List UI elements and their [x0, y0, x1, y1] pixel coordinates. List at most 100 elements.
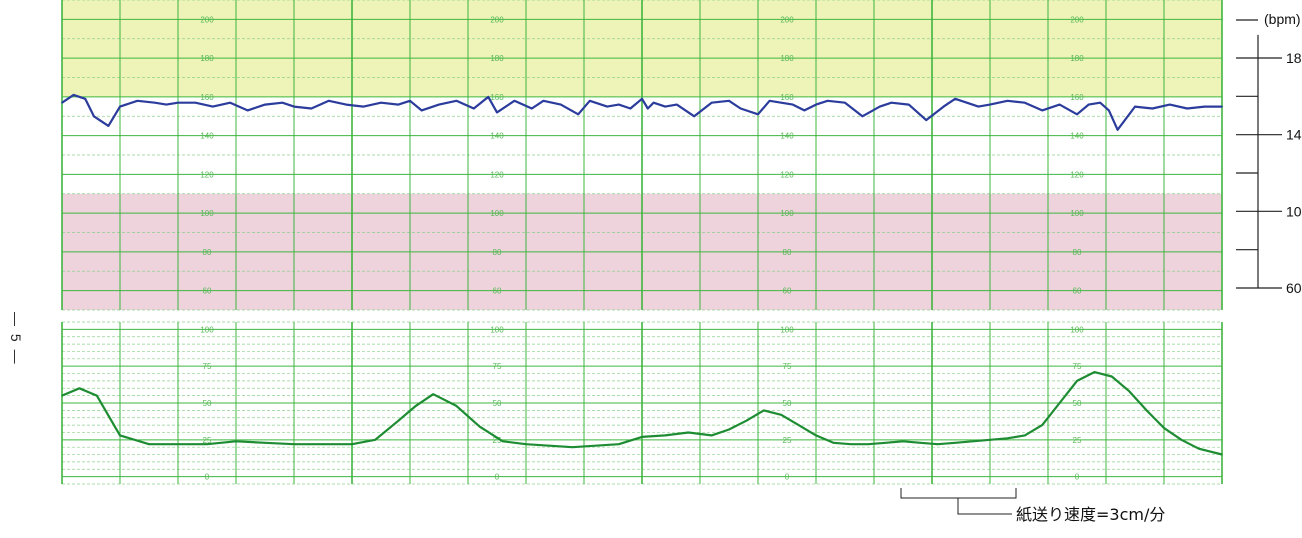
grid-label: 180	[780, 54, 794, 63]
trace-point	[397, 103, 400, 106]
trace-point	[606, 105, 608, 108]
trace-point	[954, 441, 956, 444]
grid-label: 160	[780, 93, 794, 102]
grid-label: 100	[780, 325, 794, 334]
trace-point	[93, 115, 95, 118]
trace-point	[264, 441, 266, 444]
trace-point	[1058, 103, 1061, 106]
grid-label: 50	[1073, 399, 1082, 408]
trace-point	[380, 101, 382, 104]
trace-point	[1024, 434, 1026, 437]
trace-point	[629, 107, 632, 110]
trace-point	[739, 107, 742, 110]
trace-point	[728, 428, 730, 431]
trace-point	[455, 405, 458, 407]
trace-point	[409, 99, 411, 102]
grid-label: 75	[203, 362, 212, 371]
trace-point	[531, 107, 533, 110]
trace-point	[154, 101, 156, 104]
y-unit-label: (bpm)	[1264, 11, 1301, 27]
trace-point	[664, 434, 666, 437]
trace-point	[496, 111, 498, 114]
trace-point	[1203, 105, 1206, 108]
trace-point	[345, 103, 348, 106]
trace-point	[908, 103, 910, 106]
uc-panel: 1007550250100755025010075502501007550250	[61, 321, 1223, 485]
trace-point	[1006, 99, 1009, 102]
trace-point	[1186, 107, 1188, 110]
trace-point	[803, 109, 806, 112]
trace-point	[780, 101, 782, 104]
grid-label: 60	[493, 287, 502, 296]
trace-point	[328, 99, 330, 102]
trace-point	[502, 440, 504, 443]
trace-point	[687, 431, 690, 434]
trace-point	[72, 94, 75, 96]
trace-point	[577, 113, 579, 116]
trace-point	[177, 101, 179, 104]
grid-label: 140	[490, 132, 504, 141]
trace-point	[1024, 101, 1026, 104]
grid-label: 80	[783, 248, 792, 257]
grid-label: 180	[1070, 54, 1084, 63]
trace-point	[212, 105, 214, 108]
grid-label: 0	[205, 473, 210, 482]
trace-point	[264, 103, 266, 106]
grid-label: 75	[493, 362, 502, 371]
trace-point	[664, 105, 666, 108]
trace-point	[902, 440, 904, 443]
trace-point	[589, 99, 591, 102]
grid-label: 60	[203, 287, 212, 296]
trace-point	[826, 99, 829, 102]
paper-speed-label: 紙送り速度=3cm/分	[1016, 505, 1165, 524]
trace-point	[1087, 103, 1090, 106]
trace-point	[989, 439, 991, 441]
trace-point	[487, 96, 490, 98]
trace-point	[96, 394, 98, 397]
paper-speed-annotation: 紙送り速度=3cm/分	[900, 488, 1165, 524]
trace-point	[1221, 105, 1223, 108]
trace-point	[1076, 113, 1078, 116]
grid-label: 50	[203, 399, 212, 408]
trace-point	[884, 441, 887, 444]
trace-point	[1169, 103, 1171, 106]
trace-point	[1151, 107, 1154, 110]
paper-speed-bracket	[900, 488, 1017, 515]
trace-point	[1128, 390, 1130, 393]
grid-label: 25	[783, 436, 792, 445]
trace-point	[455, 99, 458, 102]
grid-label: 200	[1070, 15, 1084, 24]
grid-label: 120	[490, 170, 504, 179]
trace-point	[374, 439, 377, 441]
trace-point	[229, 101, 231, 104]
trace-point	[293, 443, 295, 446]
grid-label: 50	[493, 399, 502, 408]
trace-point	[1111, 375, 1113, 378]
grid-label: 140	[780, 132, 794, 141]
grid-label: 200	[490, 15, 504, 24]
grid-label: 100	[1070, 325, 1084, 334]
trace-point	[1221, 453, 1223, 456]
trace-point	[61, 101, 63, 104]
trace-point	[571, 446, 574, 448]
grid-label: 200	[780, 15, 794, 24]
grid-label: 120	[200, 170, 214, 179]
trace-point	[78, 387, 81, 390]
trace-point	[281, 101, 284, 104]
grid-label: 100	[200, 325, 214, 334]
grid-label: 160	[1070, 93, 1084, 102]
grid-label: 60	[1073, 287, 1082, 296]
trace-point	[397, 419, 400, 422]
grid-label: 100	[490, 209, 504, 218]
trace-point	[618, 443, 620, 446]
trace-point	[432, 393, 435, 395]
trace-point	[850, 443, 852, 446]
trace-point	[1116, 129, 1119, 131]
trace-point	[61, 394, 63, 397]
grid-label: 75	[783, 362, 792, 371]
trace-point	[594, 444, 597, 447]
trace-point	[438, 103, 440, 106]
trace-point	[1163, 427, 1165, 429]
trace-point	[879, 105, 881, 108]
trace-point	[792, 103, 794, 106]
